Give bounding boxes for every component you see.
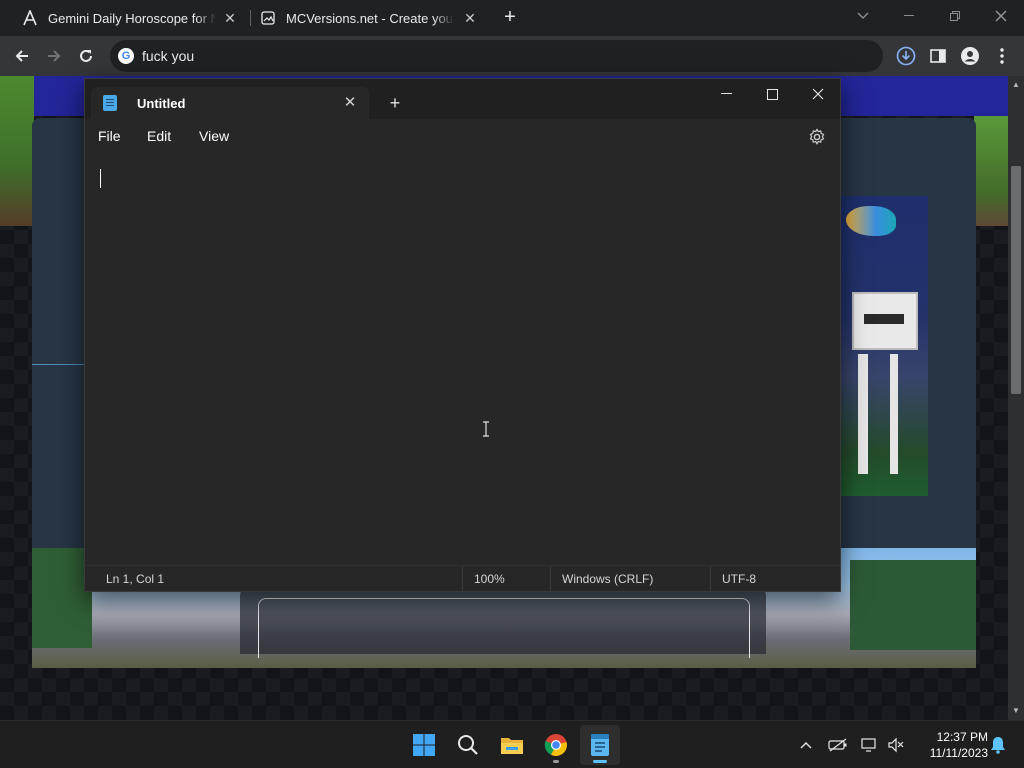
status-divider: [462, 566, 463, 592]
side-panel-icon[interactable]: [924, 42, 952, 70]
close-window-icon[interactable]: [795, 79, 841, 109]
browser-tabstrip: Gemini Daily Horoscope for November 11, …: [0, 0, 1024, 36]
battery-icon[interactable]: [826, 733, 850, 757]
menu-edit[interactable]: Edit: [147, 128, 171, 144]
maximize-icon[interactable]: [749, 79, 795, 109]
status-divider: [710, 566, 711, 592]
tab-search-icon[interactable]: [840, 0, 886, 32]
notepad-tab[interactable]: Untitled ✕: [91, 87, 369, 119]
grass-block-image: [974, 116, 1008, 226]
skeleton-head-image: [852, 292, 918, 350]
clock-date: 11/11/2023: [929, 746, 988, 760]
close-tab-icon[interactable]: ✕: [341, 94, 359, 112]
address-bar[interactable]: G: [110, 40, 883, 72]
notepad-titlebar[interactable]: Untitled ✕ +: [85, 79, 840, 119]
hero-frame: [258, 598, 750, 658]
google-g-icon: G: [118, 48, 134, 64]
system-clock[interactable]: 12:37 PM 11/11/2023: [914, 729, 988, 761]
scroll-down-icon[interactable]: ▼: [1010, 706, 1022, 716]
settings-gear-icon[interactable]: [807, 127, 827, 147]
address-input[interactable]: [142, 48, 842, 64]
text-caret: [100, 169, 101, 188]
menu-view[interactable]: View: [199, 128, 229, 144]
windows-taskbar: 12:37 PM 11/11/2023: [0, 720, 1024, 768]
minimize-icon[interactable]: [886, 0, 932, 32]
line-ending[interactable]: Windows (CRLF): [562, 572, 653, 586]
parrot-image: [846, 206, 896, 236]
notepad-icon: [103, 95, 117, 111]
profile-icon[interactable]: [956, 42, 984, 70]
close-window-icon[interactable]: [978, 0, 1024, 32]
ibeam-cursor-icon: [481, 421, 491, 437]
forward-arrow-icon[interactable]: [40, 42, 68, 70]
astrology-a-icon: [22, 10, 38, 26]
scroll-up-icon[interactable]: ▲: [1010, 80, 1022, 90]
download-icon[interactable]: [892, 42, 920, 70]
back-arrow-icon[interactable]: [8, 42, 36, 70]
browser-tab-mcversions[interactable]: MCVersions.net - Create your own Minecra…: [260, 0, 488, 36]
zoom-level[interactable]: 100%: [474, 572, 505, 586]
minimize-icon[interactable]: [703, 79, 749, 109]
new-tab-button[interactable]: +: [498, 6, 522, 30]
status-divider: [550, 566, 551, 592]
close-tab-icon[interactable]: ✕: [462, 10, 478, 26]
windows-start-icon[interactable]: [404, 725, 444, 765]
network-icon[interactable]: [858, 733, 882, 757]
tree-image: [850, 560, 976, 650]
browser-tab-horoscope[interactable]: Gemini Daily Horoscope for November 11, …: [22, 0, 248, 36]
browser-toolbar: G: [0, 36, 1024, 76]
scrollbar-thumb[interactable]: [1011, 166, 1021, 394]
search-icon[interactable]: [448, 725, 488, 765]
chevron-up-icon[interactable]: [794, 733, 818, 757]
encoding[interactable]: UTF-8: [722, 572, 756, 586]
clock-time: 12:37 PM: [936, 730, 988, 744]
new-tab-button[interactable]: +: [385, 93, 405, 113]
notepad-tab-title: Untitled: [137, 95, 186, 111]
volume-muted-icon[interactable]: [884, 733, 908, 757]
notification-bell-icon[interactable]: [986, 733, 1010, 757]
cursor-position: Ln 1, Col 1: [106, 572, 165, 586]
tab-divider: [250, 10, 251, 26]
notepad-statusbar: Ln 1, Col 1 100% Windows (CRLF) UTF-8: [85, 565, 840, 592]
notepad-text-area[interactable]: [85, 155, 840, 565]
menu-file[interactable]: File: [98, 128, 121, 144]
active-indicator: [593, 760, 607, 763]
tab-title: Gemini Daily Horoscope for November 11, …: [48, 10, 216, 26]
file-explorer-icon[interactable]: [492, 725, 532, 765]
skeleton-body-image: [858, 354, 898, 474]
chrome-icon[interactable]: [536, 725, 576, 765]
notepad-window: Untitled ✕ + File Edit View Ln 1, Col 1 …: [84, 78, 841, 592]
tab-title: MCVersions.net - Create your own Minecra…: [286, 10, 454, 26]
card-divider: [32, 364, 84, 365]
notepad-taskbar-icon[interactable]: [580, 725, 620, 765]
tree-image: [32, 548, 92, 648]
close-tab-icon[interactable]: ✕: [222, 10, 238, 26]
grass-block-image: [0, 76, 34, 226]
running-indicator: [553, 760, 559, 763]
image-icon: [260, 10, 276, 26]
reload-icon[interactable]: [72, 42, 100, 70]
notepad-menubar: File Edit View: [85, 119, 840, 155]
restore-icon[interactable]: [932, 0, 978, 32]
chrome-menu-icon[interactable]: [988, 42, 1016, 70]
